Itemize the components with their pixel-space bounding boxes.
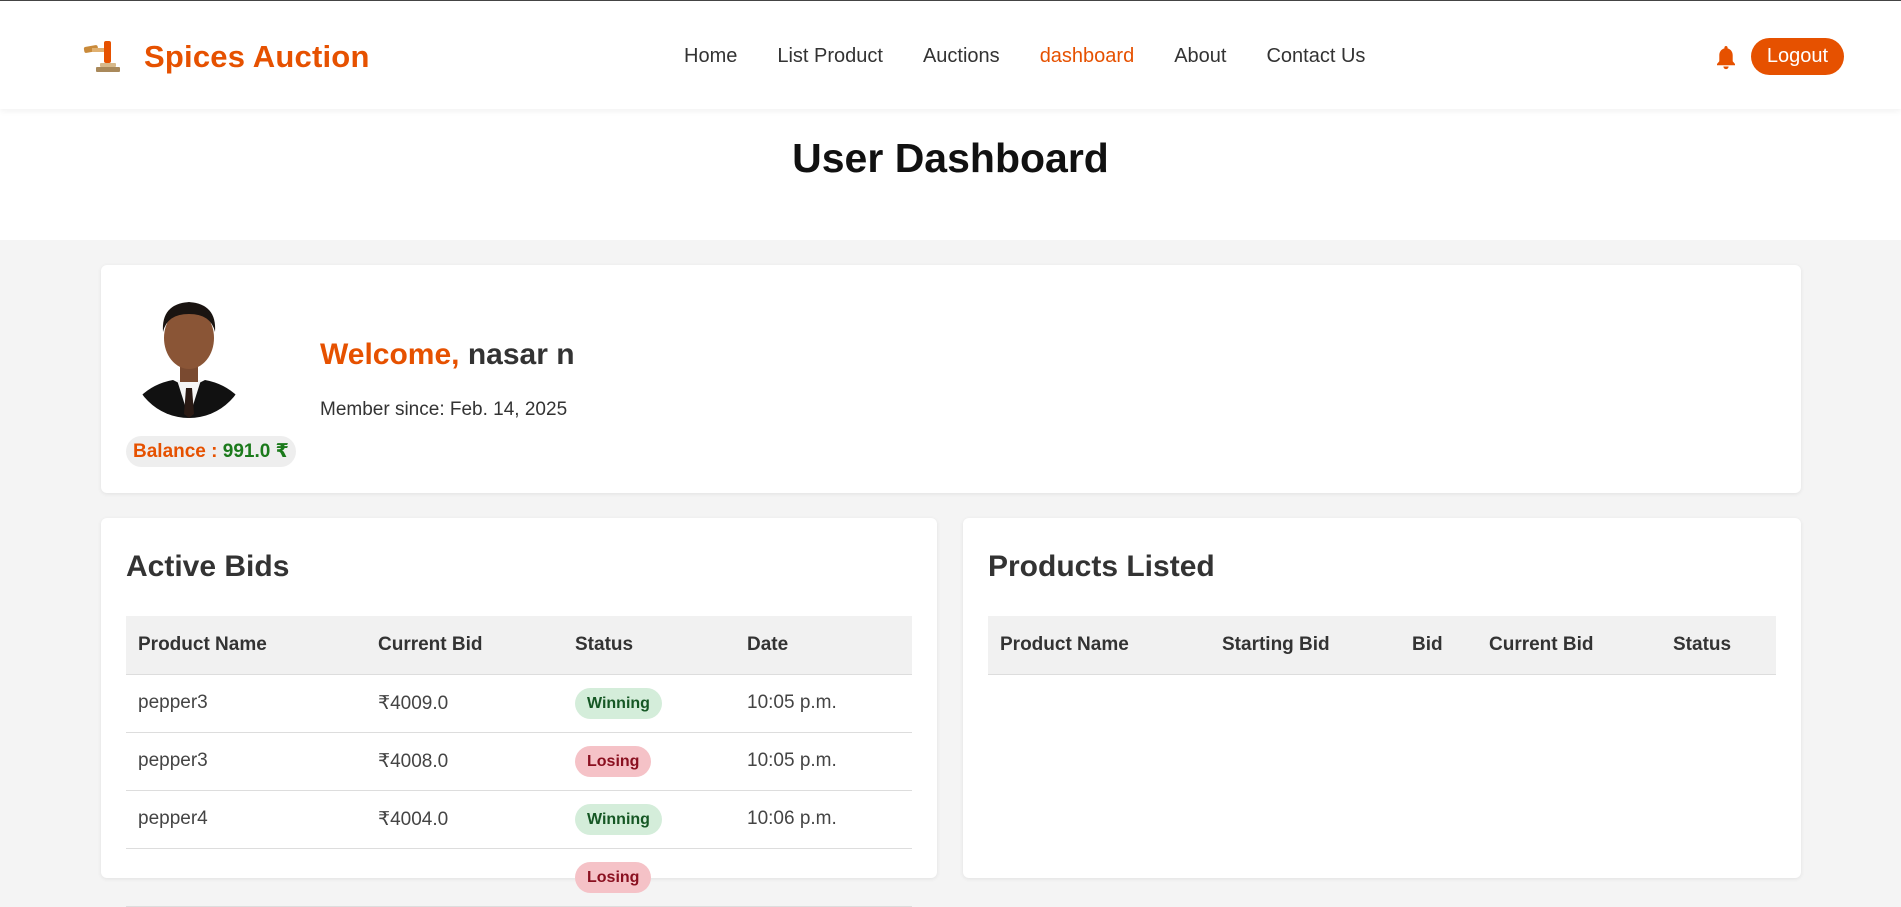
- bell-icon[interactable]: [1715, 44, 1751, 70]
- nav-home-link[interactable]: Home: [684, 45, 737, 68]
- active-bids-table: Product Name Current Bid Status Date pep…: [126, 616, 912, 907]
- nav-dashboard-link[interactable]: dashboard: [1040, 45, 1135, 68]
- date-cell: [735, 848, 912, 907]
- product-name-cell: pepper3: [126, 732, 366, 791]
- product-name-cell: pepper3: [126, 674, 366, 733]
- table-row: pepper3 ₹4009.0 Winning 10:05 p.m.: [126, 674, 912, 733]
- status-badge: Losing: [575, 745, 652, 777]
- nav-contact-link[interactable]: Contact Us: [1266, 45, 1365, 68]
- status-cell: Winning: [563, 674, 735, 733]
- table-row: pepper3 ₹4008.0 Losing 10:05 p.m.: [126, 732, 912, 791]
- product-name-cell: [126, 848, 366, 907]
- date-cell: 10:06 p.m.: [735, 790, 912, 849]
- products-listed-title: Products Listed: [988, 550, 1215, 583]
- active-bids-title: Active Bids: [126, 550, 290, 583]
- gavel-icon: [82, 39, 126, 75]
- column-header: Current Bid: [1477, 616, 1661, 675]
- balance-label: Balance :: [133, 441, 218, 462]
- logout-button[interactable]: Logout: [1750, 38, 1844, 75]
- status-badge: Losing: [575, 861, 652, 893]
- status-cell: Losing: [563, 848, 735, 907]
- username: nasar n: [467, 338, 575, 371]
- welcome-heading: Welcome, nasar n: [320, 338, 575, 372]
- table-header-row: Product Name Starting Bid Bid Current Bi…: [988, 616, 1776, 675]
- page-header: User Dashboard: [0, 109, 1901, 240]
- product-name-cell: pepper4: [126, 790, 366, 849]
- navbar: Spices Auction Home List Product Auction…: [0, 0, 1901, 109]
- status-cell: Winning: [563, 790, 735, 849]
- column-header: Status: [563, 616, 735, 675]
- column-header: Bid: [1400, 616, 1477, 675]
- member-since: Member since: Feb. 14, 2025: [320, 399, 568, 420]
- balance-badge: Balance : 991.0 ₹: [126, 436, 296, 467]
- current-bid-cell: ₹4004.0: [366, 790, 563, 849]
- column-header: Product Name: [126, 616, 366, 675]
- nav-auctions-link[interactable]: Auctions: [923, 45, 1000, 68]
- brand[interactable]: Spices Auction: [82, 39, 370, 75]
- table-row: Losing: [126, 848, 912, 907]
- column-header: Starting Bid: [1210, 616, 1400, 675]
- nav-links: Home List Product Auctions dashboard Abo…: [684, 45, 1365, 68]
- table-header-row: Product Name Current Bid Status Date: [126, 616, 912, 675]
- nav-about-link[interactable]: About: [1174, 45, 1226, 68]
- status-badge: Winning: [575, 803, 662, 835]
- column-header: Date: [735, 616, 912, 675]
- active-bids-card: Active Bids Product Name Current Bid Sta…: [101, 518, 937, 907]
- current-bid-cell: ₹4008.0: [366, 732, 563, 791]
- products-listed-table: Product Name Starting Bid Bid Current Bi…: [988, 616, 1776, 675]
- column-header: Status: [1661, 616, 1776, 675]
- profile-card: Balance : 991.0 ₹ Welcome, nasar n Membe…: [101, 265, 1801, 493]
- balance-value: 991.0 ₹: [222, 441, 289, 462]
- page-title: User Dashboard: [792, 135, 1109, 181]
- nav-actions: Logout: [1715, 38, 1844, 75]
- products-listed-card: Products Listed Product Name Starting Bi…: [963, 518, 1801, 878]
- current-bid-cell: [366, 848, 563, 907]
- status-badge: Winning: [575, 687, 662, 719]
- column-header: Current Bid: [366, 616, 563, 675]
- date-cell: 10:05 p.m.: [735, 674, 912, 733]
- column-header: Product Name: [988, 616, 1210, 675]
- date-cell: 10:05 p.m.: [735, 732, 912, 791]
- brand-name: Spices Auction: [144, 39, 370, 74]
- welcome-label: Welcome,: [320, 338, 460, 371]
- table-row: pepper4 ₹4004.0 Winning 10:06 p.m.: [126, 790, 912, 849]
- nav-list-product-link[interactable]: List Product: [777, 45, 883, 68]
- status-cell: Losing: [563, 732, 735, 791]
- current-bid-cell: ₹4009.0: [366, 674, 563, 733]
